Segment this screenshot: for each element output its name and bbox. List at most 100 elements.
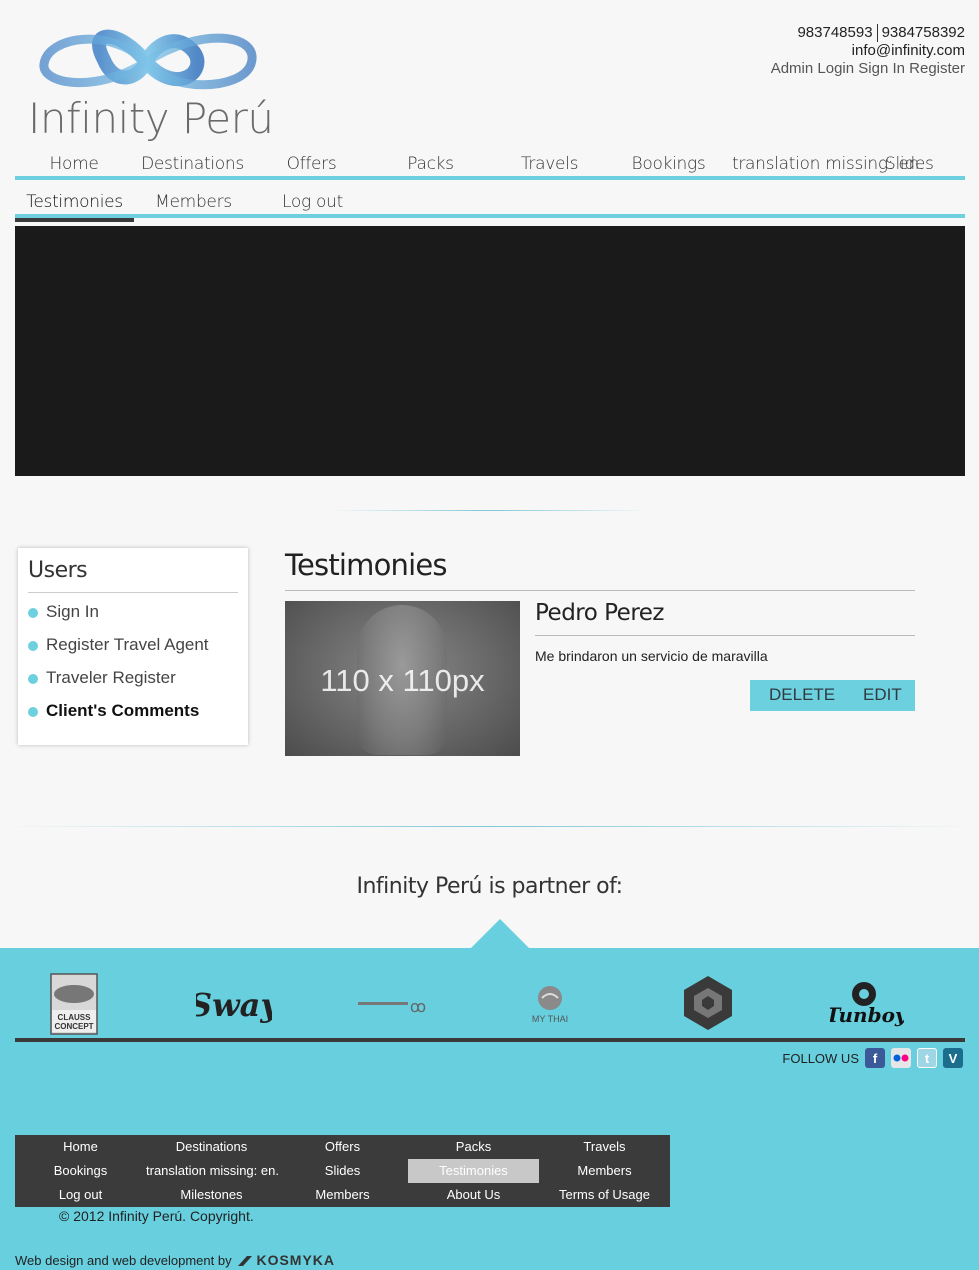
- footer-nav-packs[interactable]: Packs: [408, 1135, 539, 1159]
- header-contact: 983748593 9384758392 info@infinity.com Ad…: [771, 24, 965, 78]
- credit: Web design and web development by KOSMYK…: [15, 1252, 335, 1268]
- nav-offers[interactable]: Offers: [252, 150, 371, 180]
- footer-nav: Home Destinations Offers Packs Travels B…: [15, 1135, 670, 1207]
- twitter-icon[interactable]: t: [917, 1048, 937, 1068]
- bullet-icon: [28, 640, 38, 651]
- sidebar-item-sign-in[interactable]: Sign In: [28, 602, 99, 622]
- email-link[interactable]: info@infinity.com: [771, 42, 965, 60]
- footer-nav-bookings[interactable]: Bookings: [15, 1159, 146, 1183]
- footer-nav-destinations[interactable]: Destinations: [146, 1135, 277, 1159]
- footer-nav-testimonies[interactable]: Testimonies: [408, 1159, 539, 1183]
- testimony-text: Me brindaron un servicio de maravilla: [535, 648, 768, 664]
- partner-logo-icon: ꝏ: [358, 999, 426, 1016]
- clauss-concept-logo-icon: CLAUSS CONCEPT: [50, 973, 98, 1035]
- sidebar-title: Users: [28, 558, 88, 583]
- my-thai-logo-icon: MY THAI: [532, 986, 568, 1024]
- phone-primary: 983748593: [797, 24, 873, 41]
- sidebar-item-clients-comments[interactable]: Client's Comments: [28, 701, 199, 721]
- flickr-icon[interactable]: [891, 1048, 911, 1068]
- follow-label: FOLLOW US: [782, 1050, 859, 1066]
- primary-nav: Home Destinations Offers Packs Travels B…: [15, 150, 965, 180]
- phone-separator: [876, 24, 878, 43]
- logo-text: Infinity Perú: [28, 94, 274, 143]
- nav-destinations[interactable]: Destinations: [133, 150, 252, 180]
- sidebar-item-register-travel-agent[interactable]: Register Travel Agent: [28, 635, 209, 655]
- sidebar-item-label: Register Travel Agent: [46, 635, 209, 654]
- image-size-label: 110 x 110px: [320, 663, 485, 698]
- partner-my-thai[interactable]: MY THAI: [524, 970, 576, 1038]
- footer-nav-travels[interactable]: Travels: [539, 1135, 670, 1159]
- bullet-icon: [28, 673, 38, 684]
- nav-log-out[interactable]: Log out: [253, 188, 372, 218]
- copyright: © 2012 Infinity Perú. Copyright.: [59, 1208, 254, 1224]
- sidebar-item-traveler-register[interactable]: Traveler Register: [28, 668, 176, 688]
- sidebar-divider: [28, 592, 238, 593]
- section-divider: [0, 826, 979, 827]
- kosmyka-icon: [237, 1256, 252, 1267]
- users-sidebar: Users Sign In Register Travel Agent Trav…: [18, 548, 248, 745]
- logo[interactable]: Infinity Perú: [26, 22, 274, 146]
- cube-logo-icon: [684, 976, 732, 1030]
- partners-heading: Infinity Perú is partner of:: [356, 874, 623, 899]
- partner-cube[interactable]: [680, 970, 736, 1038]
- edit-button[interactable]: EDIT: [863, 685, 902, 705]
- footer-nav-members[interactable]: Members: [539, 1159, 670, 1183]
- follow-us: FOLLOW US f t V: [782, 1048, 963, 1068]
- footer-nav-log-out[interactable]: Log out: [15, 1183, 146, 1207]
- svg-text:CLAUSS: CLAUSS: [58, 1013, 92, 1022]
- svg-text:CONCEPT: CONCEPT: [54, 1022, 93, 1031]
- footer-nav-members-2[interactable]: Members: [277, 1183, 408, 1207]
- register-link[interactable]: Register: [909, 60, 965, 77]
- footer-nav-about-us[interactable]: About Us: [408, 1183, 539, 1207]
- partner-clauss-concept[interactable]: CLAUSS CONCEPT: [48, 970, 102, 1038]
- partner-sway[interactable]: Sway: [189, 970, 281, 1038]
- nav-testimonies[interactable]: Testimonies: [15, 188, 134, 222]
- kosmyka-logo[interactable]: KOSMYKA: [237, 1252, 336, 1268]
- bullet-icon: [28, 607, 38, 618]
- partner-tunboy[interactable]: Tunboy: [825, 970, 908, 1038]
- page-title: Testimonies: [285, 548, 448, 582]
- tunboy-logo-icon: Tunboy: [825, 982, 908, 1027]
- partner-logo-3[interactable]: ꝏ: [356, 970, 430, 1038]
- auth-links: Admin Login Sign In Register: [771, 60, 965, 78]
- nav-slides[interactable]: Slides: [885, 150, 934, 180]
- nav-travels[interactable]: Travels: [490, 150, 609, 180]
- svg-text:Tunboy: Tunboy: [830, 1003, 904, 1027]
- admin-login-link[interactable]: Admin Login: [771, 60, 854, 77]
- footer-divider: [15, 1038, 965, 1042]
- sidebar-item-label: Traveler Register: [46, 668, 176, 687]
- svg-text:Sway: Sway: [196, 986, 272, 1024]
- footer-pointer: [470, 919, 530, 949]
- svg-text:MY THAI: MY THAI: [532, 1014, 568, 1024]
- footer-nav-translation-missing[interactable]: translation missing: en.: [146, 1159, 279, 1183]
- phone-secondary: 9384758392: [881, 24, 965, 41]
- nav-members[interactable]: Members: [134, 188, 253, 218]
- sign-in-link[interactable]: Sign In: [858, 60, 905, 77]
- secondary-nav: Testimonies Members Log out: [15, 188, 965, 222]
- testimony-actions: DELETE EDIT: [750, 680, 915, 711]
- footer-nav-slides[interactable]: Slides: [277, 1159, 408, 1183]
- sway-logo-icon: Sway: [189, 986, 281, 1024]
- credit-text: Web design and web development by: [15, 1252, 232, 1268]
- testimony-divider: [535, 635, 915, 636]
- footer-nav-home[interactable]: Home: [15, 1135, 146, 1159]
- sidebar-item-label: Sign In: [46, 602, 99, 621]
- hero-banner: [15, 226, 965, 476]
- vimeo-icon[interactable]: V: [943, 1048, 963, 1068]
- nav-packs[interactable]: Packs: [371, 150, 490, 180]
- nav-home[interactable]: Home: [15, 150, 133, 180]
- infinity-logo-icon: [39, 29, 257, 90]
- kosmyka-brand: KOSMYKA: [256, 1252, 336, 1268]
- section-divider: [330, 510, 648, 511]
- nav-bookings[interactable]: Bookings: [609, 150, 728, 180]
- testimony-author: Pedro Perez: [535, 600, 665, 626]
- footer-nav-offers[interactable]: Offers: [277, 1135, 408, 1159]
- testimony-image: 110 x 110px: [285, 601, 520, 756]
- facebook-icon[interactable]: f: [865, 1048, 885, 1068]
- footer-nav-terms[interactable]: Terms of Usage: [539, 1183, 670, 1207]
- footer-nav-milestones[interactable]: Milestones: [146, 1183, 277, 1207]
- delete-button[interactable]: DELETE: [769, 685, 835, 705]
- bullet-icon: [28, 706, 38, 717]
- title-divider: [285, 590, 915, 591]
- sidebar-item-label: Client's Comments: [46, 701, 200, 720]
